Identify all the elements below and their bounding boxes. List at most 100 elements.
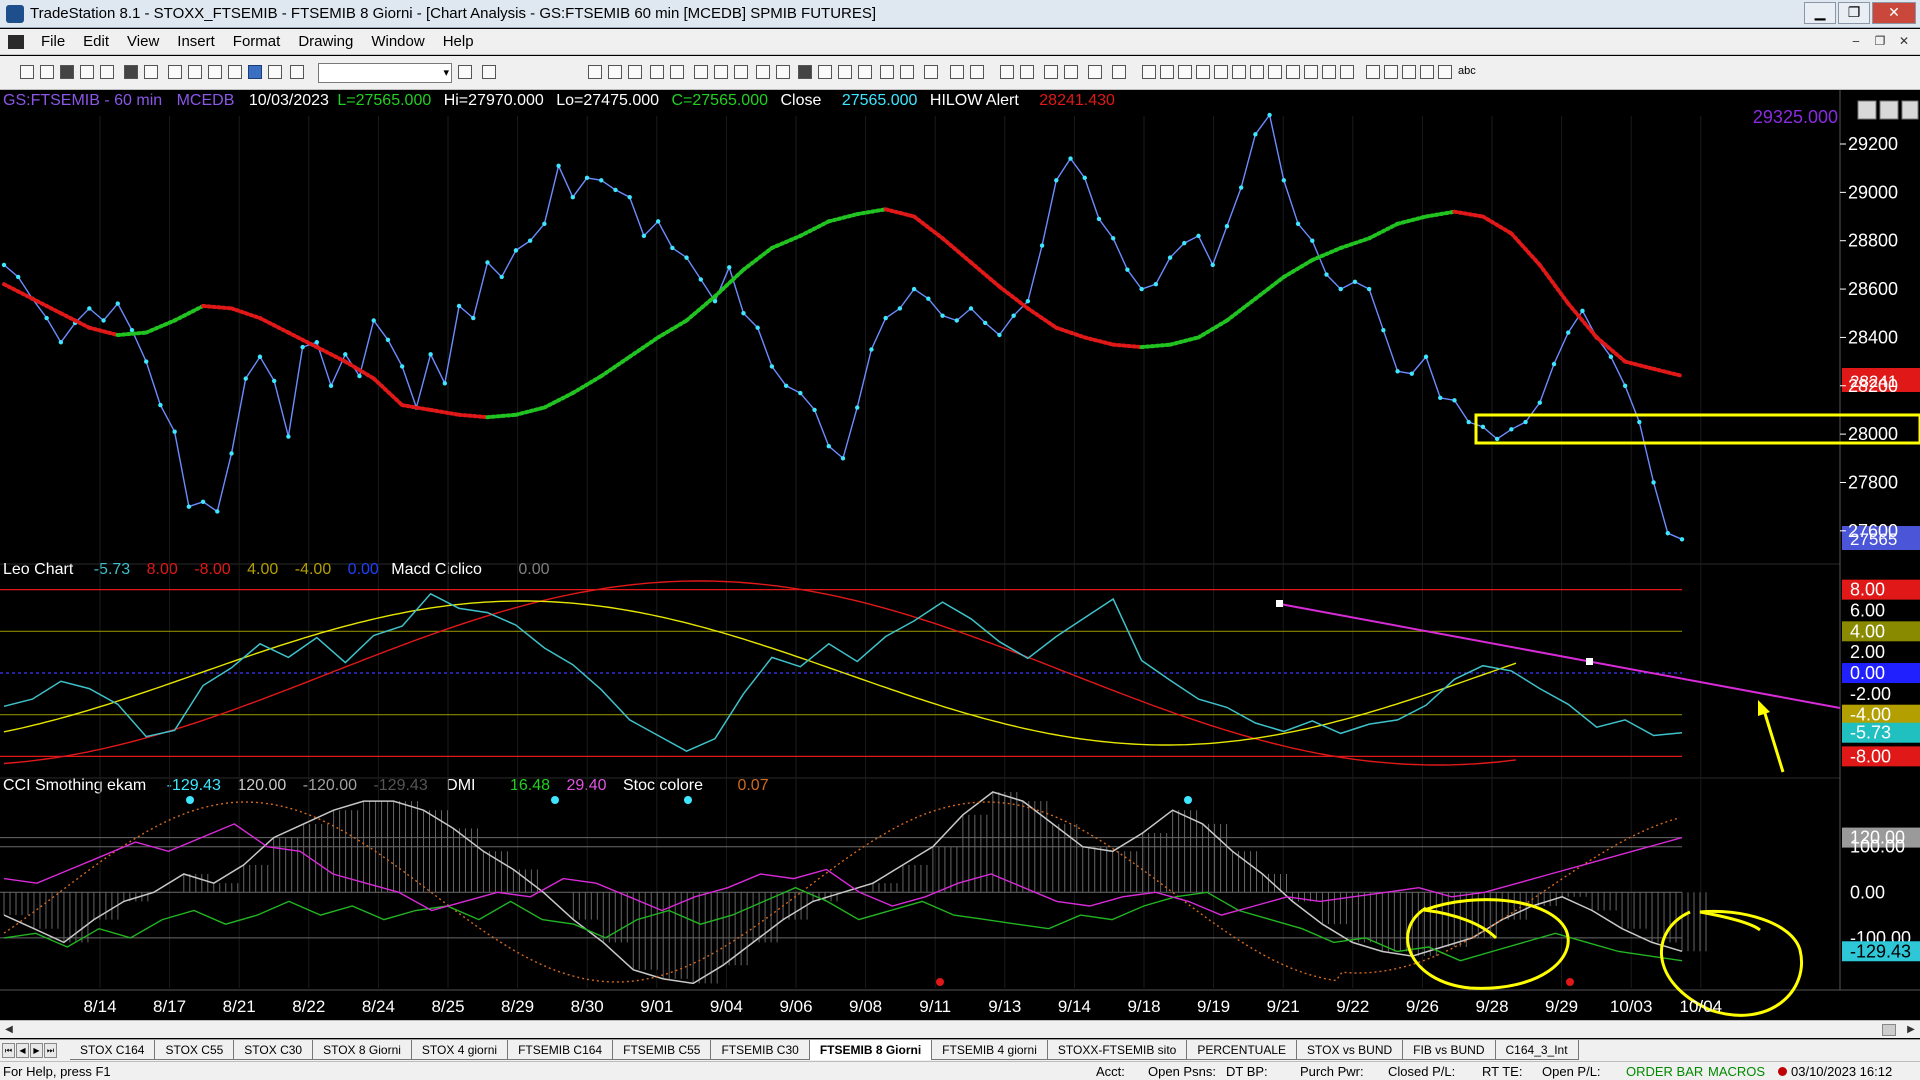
arrow-down-icon[interactable]: [1384, 65, 1398, 79]
print-icon[interactable]: [124, 65, 138, 79]
tab-stox-c30[interactable]: STOX C30: [234, 1040, 314, 1060]
tab-ftsemib-c55[interactable]: FTSEMIB C55: [613, 1040, 712, 1060]
speed-lines-icon[interactable]: [1304, 65, 1318, 79]
tab-first-icon[interactable]: ⏮: [2, 1043, 15, 1058]
tick-interval-icon[interactable]: [608, 65, 622, 79]
bar-interval-icon[interactable]: [588, 65, 602, 79]
pointer-icon[interactable]: [1000, 65, 1014, 79]
tab-ftsemib-8-giorni[interactable]: FTSEMIB 8 Giorni: [809, 1040, 933, 1060]
scroll-thumb[interactable]: [1882, 1024, 1896, 1036]
trendline-icon[interactable]: [1142, 65, 1156, 79]
vertical-line-icon[interactable]: [1178, 65, 1192, 79]
pane-minimize-button[interactable]: [1857, 100, 1877, 120]
symbol-icon[interactable]: [290, 65, 304, 79]
tab-ftsemib-c164[interactable]: FTSEMIB C164: [508, 1040, 614, 1060]
save-icon[interactable]: [60, 65, 74, 79]
zoom-in-icon[interactable]: [950, 65, 964, 79]
globe-icon[interactable]: [268, 65, 282, 79]
close-button[interactable]: ✕: [1872, 2, 1916, 24]
tab-prev-icon[interactable]: ◀: [16, 1043, 29, 1058]
bar-info-icon[interactable]: [1064, 65, 1078, 79]
tools-icon[interactable]: [1044, 65, 1058, 79]
minimize-button[interactable]: ▁: [1804, 2, 1836, 24]
scroll-right-icon[interactable]: ▶: [1902, 1021, 1920, 1039]
find-icon[interactable]: [482, 65, 496, 79]
zoom-out-icon[interactable]: [970, 65, 984, 79]
radar-icon[interactable]: [188, 65, 202, 79]
open-icon[interactable]: [40, 65, 54, 79]
menu-window[interactable]: Window: [362, 33, 433, 50]
trendline-anchor-start[interactable]: [1276, 600, 1283, 607]
scroll-left-icon[interactable]: ◀: [0, 1021, 18, 1039]
chart-window-icon[interactable]: [168, 65, 182, 79]
arrow-right-icon[interactable]: [458, 65, 472, 79]
tab-stox-8-giorni[interactable]: STOX 8 Giorni: [313, 1040, 412, 1060]
channel-icon[interactable]: [1250, 65, 1264, 79]
fib-icon[interactable]: [1196, 65, 1210, 79]
menu-format[interactable]: Format: [224, 33, 290, 50]
new-icon[interactable]: [20, 65, 34, 79]
data-window-icon[interactable]: [1088, 65, 1102, 79]
expand-icon[interactable]: [880, 65, 894, 79]
tab-next-icon[interactable]: ▶: [30, 1043, 43, 1058]
options-icon[interactable]: [228, 65, 242, 79]
tab-stox-4-giorni[interactable]: STOX 4 giorni: [411, 1040, 509, 1060]
arc-icon[interactable]: [1268, 65, 1282, 79]
workspace-icon[interactable]: [80, 65, 94, 79]
menu-help[interactable]: Help: [434, 33, 483, 50]
gann-icon[interactable]: [1232, 65, 1246, 79]
chevron-down-icon[interactable]: ▾: [443, 64, 449, 82]
tab-ftsemib-4-giorni[interactable]: FTSEMIB 4 giorni: [932, 1040, 1048, 1060]
candlestick-icon[interactable]: [798, 65, 812, 79]
fan-icon[interactable]: [1214, 65, 1228, 79]
split-icon[interactable]: [924, 65, 938, 79]
tab-fib-vs-bund[interactable]: FIB vs BUND: [1403, 1040, 1496, 1060]
menu-edit[interactable]: Edit: [74, 33, 118, 50]
tab-stox-c55[interactable]: STOX C55: [155, 1040, 235, 1060]
tab-stoxx-ftsemib-sito[interactable]: STOXX-FTSEMIB sito: [1047, 1040, 1188, 1060]
print-preview-icon[interactable]: [144, 65, 158, 79]
paint-bar-icon[interactable]: [734, 65, 748, 79]
trendline-anchor-mid[interactable]: [1586, 658, 1593, 665]
tab-c164-3-int[interactable]: C164_3_Int: [1495, 1040, 1579, 1060]
compress-icon[interactable]: [838, 65, 852, 79]
ohlc-icon[interactable]: [818, 65, 832, 79]
macros-button[interactable]: MACROS: [1708, 1064, 1765, 1079]
tab-percentuale[interactable]: PERCENTUALE: [1187, 1040, 1298, 1060]
lock-icon[interactable]: [208, 65, 222, 79]
arrow-up-icon[interactable]: [1402, 65, 1416, 79]
menu-insert[interactable]: Insert: [168, 33, 224, 50]
tab-last-icon[interactable]: ⏭: [44, 1043, 57, 1058]
pane-close-button[interactable]: [1901, 100, 1919, 120]
mdi-minimize-button[interactable]: ‒: [1846, 32, 1866, 50]
restore-button[interactable]: ❐: [1838, 2, 1870, 24]
show-me-icon[interactable]: [756, 65, 770, 79]
contract-icon[interactable]: [900, 65, 914, 79]
horizontal-line-icon[interactable]: [1160, 65, 1174, 79]
alert-icon[interactable]: [776, 65, 790, 79]
copy-icon[interactable]: [100, 65, 114, 79]
insert-strategy-icon[interactable]: [714, 65, 728, 79]
eraser-icon[interactable]: [1112, 65, 1126, 79]
tab-stox-vs-bund[interactable]: STOX vs BUND: [1297, 1040, 1404, 1060]
rectangle-icon[interactable]: [1438, 65, 1452, 79]
link-icon[interactable]: [248, 65, 262, 79]
menu-file[interactable]: File: [32, 33, 74, 50]
pitchfork-icon[interactable]: [1286, 65, 1300, 79]
insert-indicator-icon[interactable]: [694, 65, 708, 79]
refresh-icon[interactable]: [670, 65, 684, 79]
mdi-close-button[interactable]: ✕: [1894, 32, 1914, 50]
drag-icon[interactable]: [1020, 65, 1034, 79]
chart-type-icon[interactable]: [650, 65, 664, 79]
daily-interval-icon[interactable]: [628, 65, 642, 79]
chart-analysis-window[interactable]: GS:FTSEMIB - 60 min MCEDB 10/03/2023 L=2…: [0, 90, 1920, 1020]
horizontal-scrollbar[interactable]: ◀ ▶: [0, 1020, 1920, 1038]
freehand-icon[interactable]: [1366, 65, 1380, 79]
ellipse-icon[interactable]: [1420, 65, 1434, 79]
order-bar-button[interactable]: ORDER BAR: [1626, 1064, 1703, 1079]
menu-drawing[interactable]: Drawing: [289, 33, 362, 50]
arrow-icon[interactable]: [1340, 65, 1354, 79]
mdi-restore-button[interactable]: ❐: [1870, 32, 1890, 50]
tab-ftsemib-c30[interactable]: FTSEMIB C30: [711, 1040, 810, 1060]
text-tool-label[interactable]: abc: [1458, 65, 1476, 77]
